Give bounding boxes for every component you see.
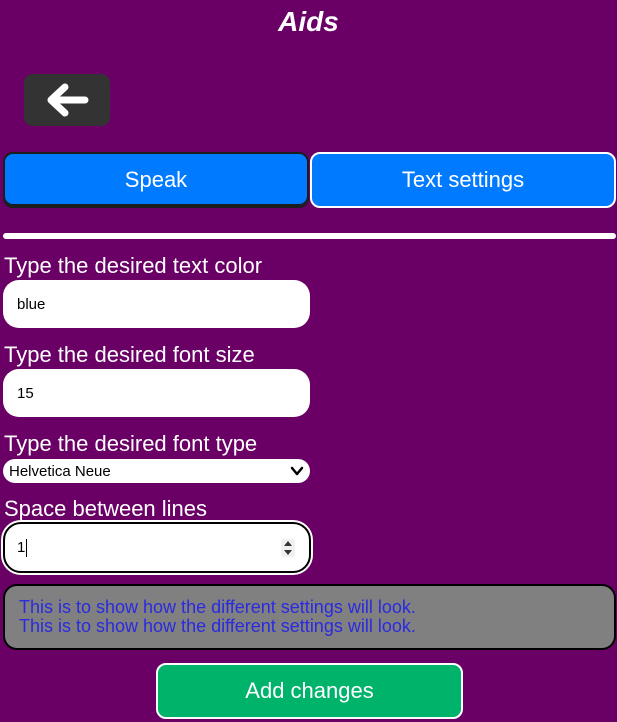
font-size-value: 15 bbox=[17, 384, 34, 402]
chevron-down-icon bbox=[290, 466, 304, 476]
tab-text-settings[interactable]: Text settings bbox=[310, 152, 616, 208]
font-type-select[interactable]: Helvetica Neue bbox=[3, 459, 310, 483]
preview-box: This is to show how the different settin… bbox=[3, 584, 616, 650]
text-color-value: blue bbox=[17, 295, 46, 313]
back-button[interactable] bbox=[24, 74, 110, 126]
preview-line: This is to show how the different settin… bbox=[19, 597, 416, 617]
line-spacing-value: 1 bbox=[17, 539, 26, 556]
arrow-left-icon bbox=[47, 83, 89, 117]
number-spinner[interactable] bbox=[281, 539, 295, 557]
divider bbox=[3, 233, 616, 239]
app-root: Aids Speak Text settings Type the desire… bbox=[0, 0, 617, 722]
spinner-up-icon[interactable] bbox=[283, 540, 293, 547]
text-cursor bbox=[26, 538, 28, 557]
text-color-label: Type the desired text color bbox=[4, 253, 263, 278]
spinner-down-icon[interactable] bbox=[283, 549, 293, 556]
line-spacing-label: Space between lines bbox=[4, 496, 208, 521]
line-spacing-input[interactable]: 1 bbox=[3, 522, 311, 573]
text-color-input[interactable]: blue bbox=[3, 280, 310, 328]
add-changes-button[interactable]: Add changes bbox=[156, 663, 463, 719]
preview-line: This is to show how the different settin… bbox=[19, 616, 416, 636]
page-title: Aids bbox=[278, 6, 339, 37]
tab-speak[interactable]: Speak bbox=[3, 152, 309, 208]
font-size-label: Type the desired font size bbox=[4, 342, 255, 367]
font-type-selected: Helvetica Neue bbox=[9, 462, 111, 480]
font-type-label: Type the desired font type bbox=[4, 431, 258, 456]
font-size-input[interactable]: 15 bbox=[3, 369, 310, 417]
